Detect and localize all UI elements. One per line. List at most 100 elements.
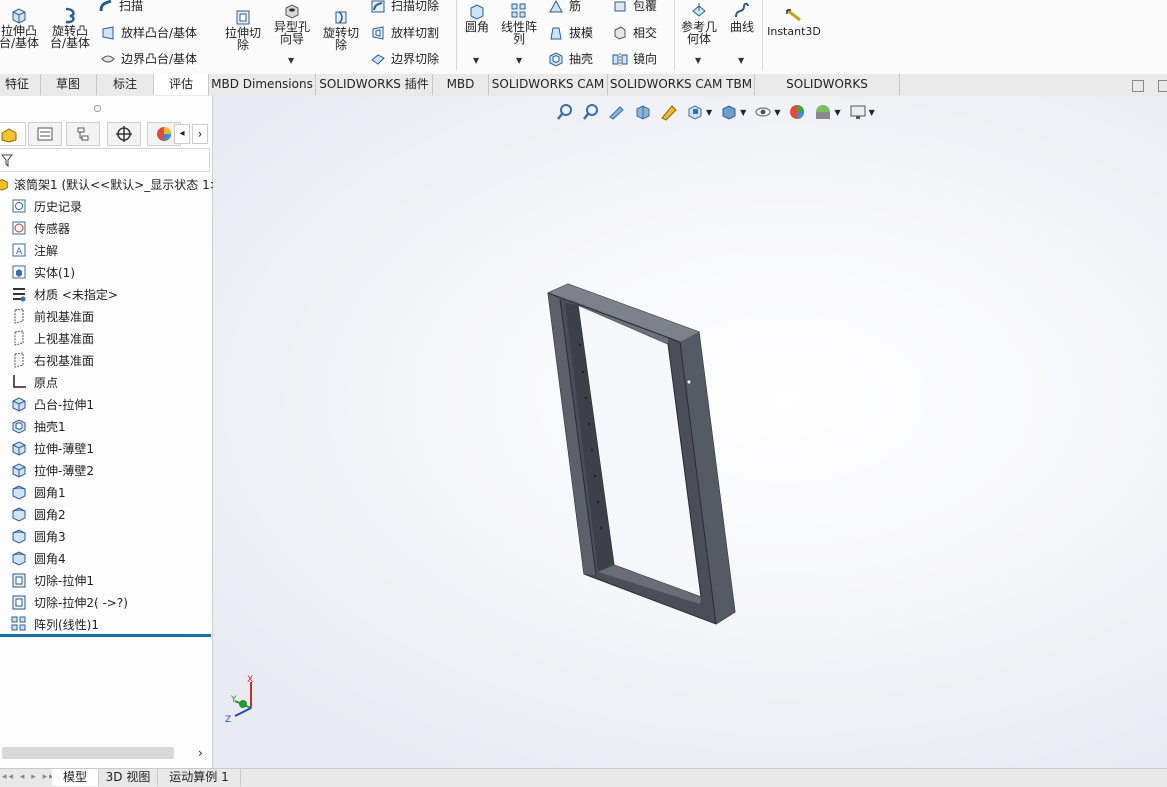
tab-dimxpert-manager[interactable]	[107, 122, 141, 146]
tree-item[interactable]: 传感器	[10, 218, 70, 238]
hide-show-dropdown[interactable]: ▼	[774, 108, 780, 117]
tree-item-label: 前视基准面	[34, 309, 95, 324]
tree-item[interactable]: 切除-拉伸2( ->?)	[10, 592, 128, 612]
reference-geometry-dropdown[interactable]: ▼	[695, 56, 701, 65]
panel-collapse-handle[interactable]	[94, 105, 101, 112]
curves-dropdown[interactable]: ▼	[738, 56, 744, 65]
tab-mbd[interactable]: MBD	[433, 74, 489, 95]
fillet-button[interactable]: 圆角	[460, 2, 494, 33]
tree-item[interactable]: 抽壳1	[10, 416, 66, 436]
instant3d-button[interactable]: Instant3D	[766, 6, 822, 38]
boundary-cut-button[interactable]: 边界切除	[370, 50, 439, 67]
tree-item[interactable]: 拉伸-薄壁1	[10, 438, 94, 458]
plane-icon	[14, 352, 24, 368]
hole-wizard-dropdown[interactable]: ▼	[288, 56, 294, 65]
hole-wizard-button[interactable]: 异型孔 向导	[268, 2, 316, 45]
tree-root-part[interactable]: 滚筒架1 (默认<<默认>_显示状态 1>	[0, 174, 220, 194]
tree-item[interactable]: 凸台-拉伸1	[10, 394, 94, 414]
previous-view-icon[interactable]	[608, 103, 626, 121]
tab-solidworks-cam[interactable]: SOLIDWORKS CAM	[489, 74, 608, 95]
ribbon-separator	[674, 0, 675, 70]
mirror-button[interactable]: 镜向	[612, 50, 657, 67]
curves-icon	[735, 2, 749, 18]
tab-model[interactable]: 模型	[52, 769, 99, 786]
tree-item[interactable]: 上视基准面	[10, 328, 94, 348]
dynamic-annotation-icon[interactable]	[660, 103, 678, 121]
tab-nav-arrows[interactable]: ◂◂ ◂ ▸ ▸▸	[2, 772, 56, 782]
shell-label: 抽壳	[569, 52, 594, 66]
apply-scene-icon[interactable]	[814, 103, 832, 121]
graphics-area[interactable]: X Y Z	[213, 96, 1167, 768]
tree-item[interactable]: 圆角2	[10, 504, 66, 524]
tree-item[interactable]: 实体(1)	[10, 262, 75, 282]
tree-item[interactable]: 阵列(线性)1	[10, 614, 99, 634]
tree-item[interactable]: 右视基准面	[10, 350, 94, 370]
extrude-boss-button[interactable]: 拉伸凸 台/基体	[0, 6, 44, 49]
tree-item-label: 切除-拉伸1	[34, 573, 94, 588]
wrap-button[interactable]: 包覆	[612, 0, 657, 14]
boundary-boss-button[interactable]: 边界凸台/基体	[100, 50, 197, 67]
tab-mbd-dimensions[interactable]: MBD Dimensions	[209, 74, 316, 95]
tab-evaluate[interactable]: 评估	[154, 74, 209, 95]
linear-pattern-button[interactable]: 线性阵 列	[498, 2, 540, 45]
loft-boss-button[interactable]: 放样凸台/基体	[100, 24, 197, 41]
restore-window-icon[interactable]	[1132, 80, 1144, 92]
draft-button[interactable]: 拔模	[548, 24, 593, 41]
view-settings-icon[interactable]	[849, 103, 867, 121]
display-style-icon[interactable]	[720, 103, 738, 121]
tab-motion-study-1[interactable]: 运动算例 1	[158, 769, 241, 786]
tab-markup[interactable]: 标注	[97, 74, 154, 95]
sweep-cut-button[interactable]: 扫描切除	[370, 0, 439, 14]
sweep-button[interactable]: 扫描	[98, 0, 143, 14]
tab-solidworks-inspection[interactable]: SOLIDWORKS Inspection	[755, 74, 900, 112]
tree-item[interactable]: 切除-拉伸1	[10, 570, 94, 590]
filter-field[interactable]	[0, 148, 210, 172]
tree-item[interactable]: 前视基准面	[10, 306, 94, 326]
reference-geometry-button[interactable]: 参考几 何体	[676, 2, 722, 45]
panel-layout-icon[interactable]	[1158, 80, 1167, 92]
zoom-to-area-icon[interactable]	[582, 103, 600, 121]
tab-sketch[interactable]: 草图	[40, 74, 97, 95]
tree-item[interactable]: 圆角1	[10, 482, 66, 502]
tree-item[interactable]: 材质 <未指定>	[10, 284, 118, 304]
horizontal-scrollbar[interactable]	[2, 747, 174, 759]
hide-show-items-icon[interactable]	[754, 103, 772, 121]
display-style-dropdown[interactable]: ▼	[740, 108, 746, 117]
tree-item[interactable]: 原点	[10, 372, 58, 392]
intersect-button[interactable]: 相交	[612, 24, 657, 41]
section-view-icon[interactable]	[634, 103, 652, 121]
edit-appearance-icon[interactable]	[788, 103, 806, 121]
tab-features[interactable]: 特征	[0, 74, 41, 95]
tree-item[interactable]: A 注解	[10, 240, 58, 260]
tree-item[interactable]: 圆角4	[10, 548, 66, 568]
panel-tabs-scroll-right[interactable]: ›	[192, 124, 208, 144]
tab-solidworks-addins[interactable]: SOLIDWORKS 插件	[316, 74, 433, 95]
view-orientation-icon[interactable]	[686, 103, 704, 121]
tree-item[interactable]: 拉伸-薄壁2	[10, 460, 94, 480]
revolve-cut-button[interactable]: 旋转切 除	[318, 8, 364, 51]
rib-button[interactable]: 筋	[548, 0, 581, 14]
tab-3d-views[interactable]: 3D 视图	[99, 769, 158, 786]
feature-tree-rollback-bar[interactable]	[0, 634, 211, 637]
panel-tabs-scroll-left[interactable]: ◂	[174, 124, 190, 144]
scroll-right-arrow[interactable]: ›	[198, 746, 203, 760]
tab-feature-manager[interactable]	[0, 122, 26, 146]
model-frame-3d[interactable]	[213, 96, 1167, 768]
view-settings-dropdown[interactable]: ▼	[869, 108, 875, 117]
revolve-boss-button[interactable]: 旋转凸 台/基体	[46, 6, 94, 49]
tree-item[interactable]: 圆角3	[10, 526, 66, 546]
apply-scene-dropdown[interactable]: ▼	[834, 108, 840, 117]
loft-boss-label: 放样凸台/基体	[121, 26, 198, 40]
tab-configuration-manager[interactable]	[66, 122, 100, 146]
loft-cut-button[interactable]: 放样切割	[370, 24, 439, 41]
fillet-dropdown[interactable]: ▼	[473, 56, 479, 65]
shell-button[interactable]: 抽壳	[548, 50, 593, 67]
zoom-to-fit-icon[interactable]	[556, 103, 574, 121]
linear-pattern-dropdown[interactable]: ▼	[516, 56, 522, 65]
curves-button[interactable]: 曲线	[724, 2, 760, 33]
view-orientation-dropdown[interactable]: ▼	[706, 108, 712, 117]
tab-property-manager[interactable]	[28, 122, 62, 146]
extrude-cut-button[interactable]: 拉伸切 除	[220, 8, 266, 51]
tree-item[interactable]: 历史记录	[10, 196, 82, 216]
tab-solidworks-cam-tbm[interactable]: SOLIDWORKS CAM TBM	[608, 74, 755, 95]
